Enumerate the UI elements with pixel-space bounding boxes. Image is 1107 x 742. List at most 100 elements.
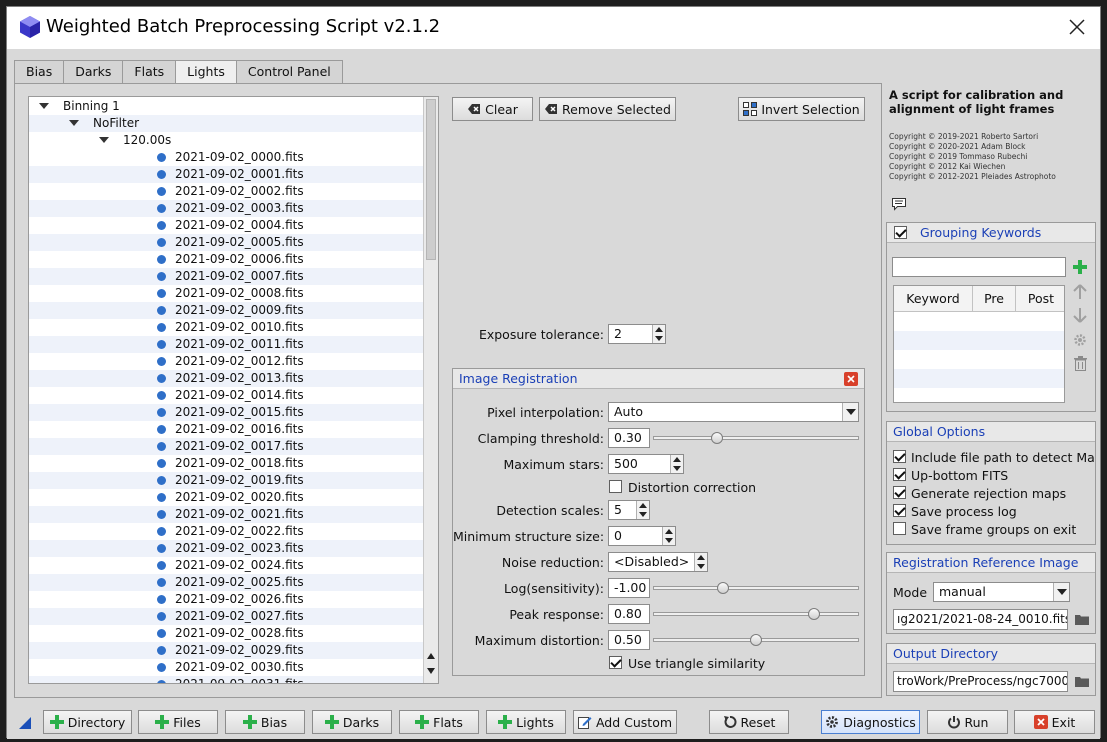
maximum-distortion-slider[interactable] — [653, 633, 859, 647]
option-checkbox[interactable] — [893, 468, 906, 481]
spinner-arrows-icon[interactable] — [652, 325, 665, 343]
spinner-arrows-icon[interactable] — [662, 527, 675, 545]
column-header-post[interactable]: Post — [1016, 286, 1064, 312]
tree-node-filter[interactable]: NoFilter — [29, 115, 423, 132]
dropdown-arrow-icon[interactable] — [842, 403, 858, 421]
slider-knob[interactable] — [750, 634, 762, 646]
tree-file-item[interactable]: 2021-09-02_0020.fits — [29, 489, 423, 506]
expand-arrow-icon[interactable] — [69, 120, 79, 126]
tree-file-item[interactable]: 2021-09-02_0023.fits — [29, 540, 423, 557]
tree-file-item[interactable]: 2021-09-02_0021.fits — [29, 506, 423, 523]
tree-file-item[interactable]: 2021-09-02_0007.fits — [29, 268, 423, 285]
tree-file-item[interactable]: 2021-09-02_0027.fits — [29, 608, 423, 625]
tree-file-item[interactable]: 2021-09-02_0015.fits — [29, 404, 423, 421]
tab-flats[interactable]: Flats — [122, 60, 177, 84]
scroll-up-icon[interactable] — [427, 653, 435, 659]
tree-file-item[interactable]: 2021-09-02_0002.fits — [29, 183, 423, 200]
tree-file-item[interactable]: 2021-09-02_0019.fits — [29, 472, 423, 489]
slider-knob[interactable] — [717, 582, 729, 594]
peak-response-slider[interactable] — [653, 607, 859, 621]
detection-scales-spinner[interactable]: 5 — [608, 500, 650, 520]
output-directory-path[interactable]: troWork/PreProcess/ngc7000 — [893, 671, 1068, 692]
option-checkbox[interactable] — [893, 486, 906, 499]
comment-icon[interactable] — [891, 196, 907, 212]
noise-reduction-spinner[interactable]: <Disabled> — [608, 552, 708, 572]
log-sensitivity-input[interactable]: -1.00 — [608, 578, 650, 598]
resize-triangle-icon[interactable] — [19, 717, 31, 729]
tree-node-binning[interactable]: Binning 1 — [29, 98, 423, 115]
tab-control-panel[interactable]: Control Panel — [235, 60, 343, 84]
tree-file-item[interactable]: 2021-09-02_0008.fits — [29, 285, 423, 302]
minimum-structure-size-spinner[interactable]: 0 — [608, 526, 676, 546]
tab-lights[interactable]: Lights — [175, 60, 237, 85]
distortion-correction-checkbox[interactable] — [609, 480, 622, 493]
peak-response-input[interactable]: 0.80 — [608, 604, 650, 624]
tree-file-item[interactable]: 2021-09-02_0004.fits — [29, 217, 423, 234]
tree-file-item[interactable]: 2021-09-02_0031.fits — [29, 676, 423, 683]
tree-file-item[interactable]: 2021-09-02_0016.fits — [29, 421, 423, 438]
slider-knob[interactable] — [808, 608, 820, 620]
add-custom-button[interactable]: Add Custom — [573, 710, 677, 734]
file-tree[interactable]: Binning 1 NoFilter 120.00s 2021-09-02_00… — [28, 96, 439, 684]
scrollbar-thumb[interactable] — [426, 99, 436, 260]
expand-arrow-icon[interactable] — [99, 137, 109, 143]
column-header-keyword[interactable]: Keyword — [894, 286, 973, 312]
keyword-input[interactable] — [892, 257, 1066, 277]
add-flats-button[interactable]: Flats — [399, 710, 479, 734]
keywords-table[interactable]: Keyword Pre Post — [893, 285, 1065, 403]
maximum-stars-spinner[interactable]: 500 — [608, 454, 684, 474]
tree-file-item[interactable]: 2021-09-02_0025.fits — [29, 574, 423, 591]
collapse-close-icon[interactable] — [844, 372, 858, 386]
spinner-arrows-icon[interactable] — [670, 455, 683, 473]
table-row[interactable] — [894, 369, 1064, 388]
trash-icon[interactable] — [1074, 356, 1087, 371]
tab-bias[interactable]: Bias — [14, 60, 65, 84]
tab-darks[interactable]: Darks — [63, 60, 124, 84]
tree-file-item[interactable]: 2021-09-02_0014.fits — [29, 387, 423, 404]
tree-file-item[interactable]: 2021-09-02_0005.fits — [29, 234, 423, 251]
tree-file-item[interactable]: 2021-09-02_0030.fits — [29, 659, 423, 676]
tree-scrollbar[interactable] — [423, 97, 438, 683]
table-row[interactable] — [894, 331, 1064, 350]
tree-file-item[interactable]: 2021-09-02_0006.fits — [29, 251, 423, 268]
option-checkbox[interactable] — [893, 522, 906, 535]
spinner-arrows-icon[interactable] — [694, 553, 707, 571]
run-button[interactable]: Run — [927, 710, 1008, 734]
diagnostics-button[interactable]: Diagnostics — [821, 710, 920, 734]
move-up-icon[interactable] — [1073, 284, 1087, 300]
folder-icon[interactable] — [1075, 675, 1089, 687]
tree-file-item[interactable]: 2021-09-02_0012.fits — [29, 353, 423, 370]
expand-arrow-icon[interactable] — [39, 103, 49, 109]
column-header-pre[interactable]: Pre — [973, 286, 1016, 312]
clear-button[interactable]: Clear — [452, 97, 533, 121]
tree-file-item[interactable]: 2021-09-02_0000.fits — [29, 149, 423, 166]
move-down-icon[interactable] — [1073, 307, 1087, 323]
add-lights-button[interactable]: Lights — [486, 710, 566, 734]
add-directory-button[interactable]: Directory — [43, 710, 132, 734]
pixel-interpolation-select[interactable]: Auto — [608, 402, 859, 422]
use-triangle-similarity-checkbox[interactable] — [609, 656, 622, 669]
add-keyword-icon[interactable] — [1073, 260, 1087, 274]
dropdown-arrow-icon[interactable] — [1053, 583, 1069, 601]
invert-selection-button[interactable]: Invert Selection — [738, 97, 865, 121]
tree-file-item[interactable]: 2021-09-02_0013.fits — [29, 370, 423, 387]
option-checkbox[interactable] — [893, 504, 906, 517]
grouping-keywords-checkbox[interactable] — [894, 226, 907, 239]
maximum-distortion-input[interactable]: 0.50 — [608, 630, 650, 650]
tree-file-item[interactable]: 2021-09-02_0017.fits — [29, 438, 423, 455]
add-bias-button[interactable]: Bias — [225, 710, 305, 734]
remove-selected-button[interactable]: Remove Selected — [539, 97, 676, 121]
tree-file-item[interactable]: 2021-09-02_0028.fits — [29, 625, 423, 642]
tree-file-item[interactable]: 2021-09-02_0026.fits — [29, 591, 423, 608]
tree-file-item[interactable]: 2021-09-02_0009.fits — [29, 302, 423, 319]
clamping-threshold-input[interactable]: 0.30 — [608, 428, 650, 448]
tree-file-item[interactable]: 2021-09-02_0018.fits — [29, 455, 423, 472]
tree-file-item[interactable]: 2021-09-02_0022.fits — [29, 523, 423, 540]
tree-file-item[interactable]: 2021-09-02_0001.fits — [29, 166, 423, 183]
slider-knob[interactable] — [711, 432, 723, 444]
tree-file-item[interactable]: 2021-09-02_0029.fits — [29, 642, 423, 659]
spinner-arrows-icon[interactable] — [636, 501, 649, 519]
reference-image-path[interactable]: ıg2021/2021-08-24_0010.fits — [893, 609, 1068, 630]
close-icon[interactable] — [1068, 18, 1086, 36]
add-files-button[interactable]: Files — [138, 710, 218, 734]
